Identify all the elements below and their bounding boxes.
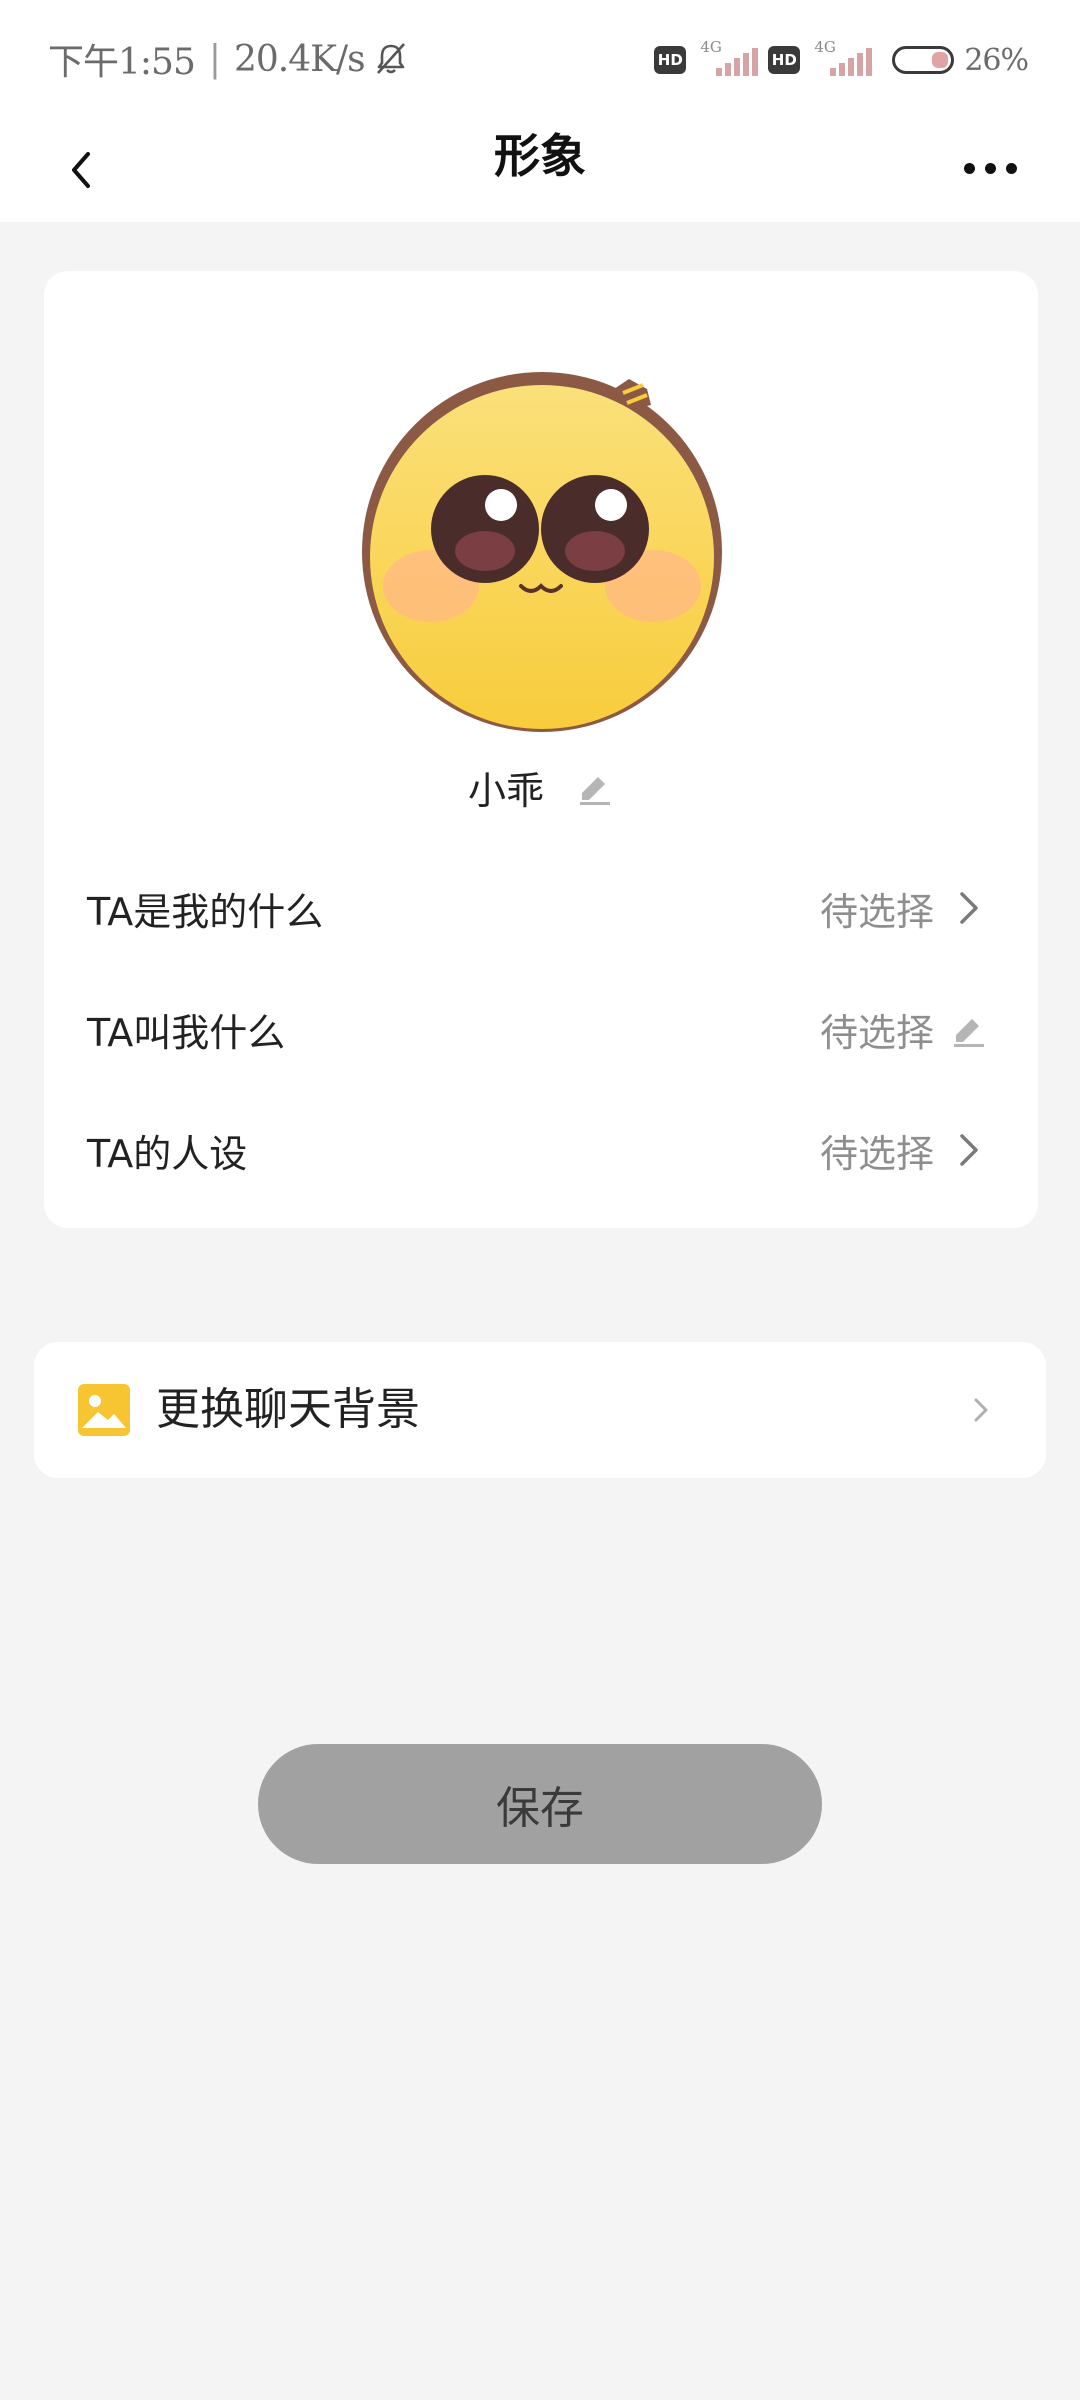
save-button[interactable]: 保存 <box>258 1744 822 1864</box>
avatar-name: 小乖 <box>467 768 544 813</box>
image-icon <box>78 1384 130 1436</box>
option-value: 待选择 <box>819 889 934 934</box>
option-row-nickname[interactable]: TA叫我什么 待选择 <box>44 974 1038 1084</box>
chevron-right-icon <box>962 1390 1002 1430</box>
profile-card: 小乖 TA是我的什么 待选择 TA叫我什么 待选择 TA的人设 待选择 <box>44 271 1038 1228</box>
more-dots-icon <box>984 162 996 174</box>
more-button[interactable] <box>954 140 1026 196</box>
option-label: TA是我的什么 <box>87 889 324 934</box>
pencil-icon <box>948 1009 988 1049</box>
page-title: 形象 <box>494 129 586 183</box>
option-label: TA叫我什么 <box>87 1010 286 1055</box>
nav-bar: 形象 <box>0 120 1080 222</box>
chevron-right-icon <box>948 1130 988 1170</box>
battery-level <box>932 52 949 68</box>
signal-icon: 4G <box>810 38 873 80</box>
battery-icon <box>892 46 955 74</box>
option-row-persona[interactable]: TA的人设 待选择 <box>44 1095 1038 1205</box>
status-time: 下午1:55 <box>48 42 196 83</box>
network-speed: 20.4K/s <box>233 38 366 80</box>
battery-percent: 26% <box>964 42 1029 78</box>
option-row-relationship[interactable]: TA是我的什么 待选择 <box>44 853 1038 963</box>
option-value: 待选择 <box>819 1010 934 1055</box>
status-bar: 下午1:55 | 20.4K/s HD 4G HD 4G 26% <box>0 0 1080 120</box>
more-dots-icon <box>963 162 975 174</box>
pencil-icon <box>580 777 610 805</box>
option-value: 待选择 <box>819 1131 934 1176</box>
hd-badge: HD <box>768 46 801 74</box>
name-row: 小乖 <box>44 757 1038 817</box>
signal-icon: 4G <box>696 38 759 80</box>
option-label: TA的人设 <box>87 1131 248 1176</box>
status-right: HD 4G HD 4G 26% <box>654 36 1029 84</box>
status-left: 下午1:55 | 20.4K/s <box>48 34 409 84</box>
avatar[interactable] <box>361 371 724 734</box>
bell-off-icon <box>373 41 409 77</box>
hd-badge: HD <box>654 46 687 74</box>
change-background-row[interactable]: 更换聊天背景 <box>34 1342 1046 1478</box>
edit-name-button[interactable] <box>574 767 614 807</box>
more-dots-icon <box>1005 162 1017 174</box>
cute-yellow-face-avatar <box>362 372 722 732</box>
chevron-right-icon <box>948 888 988 928</box>
status-separator: | <box>208 38 221 80</box>
change-background-label: 更换聊天背景 <box>156 1384 420 1435</box>
